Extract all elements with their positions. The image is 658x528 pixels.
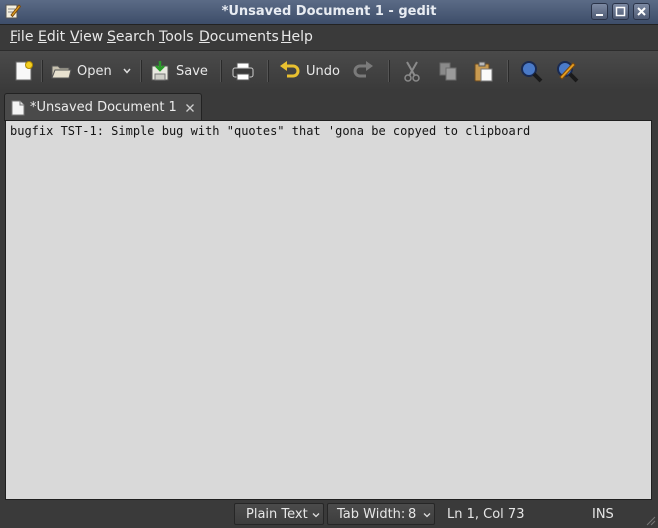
menu-search-label: earch (115, 29, 156, 45)
chevron-down-icon (123, 68, 131, 74)
menu-file-label: ile (17, 29, 34, 45)
chevron-down-icon (312, 513, 320, 518)
paste-button[interactable] (472, 59, 494, 83)
menu-documents[interactable]: Documents (199, 29, 279, 45)
redo-button[interactable] (352, 59, 374, 83)
save-icon (151, 61, 169, 81)
close-icon (637, 7, 646, 16)
menu-documents-label: ocuments (209, 29, 279, 45)
open-recent-dropdown[interactable] (122, 59, 132, 83)
close-tab-button[interactable] (185, 99, 195, 117)
window-title: *Unsaved Document 1 - gedit (221, 4, 437, 19)
menu-tools[interactable]: Tools (159, 29, 194, 45)
find-replace-icon (557, 61, 579, 83)
cursor-position: Ln 1, Col 73 (447, 507, 525, 522)
copy-icon (439, 62, 457, 81)
undo-icon (280, 61, 300, 78)
toolbar: Open Save Undo (0, 50, 658, 92)
menu-edit-label: dit (46, 29, 66, 45)
text-editor[interactable]: bugfix TST-1: Simple bug with "quotes" t… (5, 120, 652, 500)
chevron-down-icon (423, 513, 431, 518)
find-button[interactable] (519, 59, 543, 83)
menu-edit[interactable]: Edit (38, 29, 65, 45)
menu-documents-mnemonic: D (199, 29, 210, 45)
open-button[interactable]: Open (50, 59, 112, 83)
printer-icon (232, 62, 254, 81)
document-icon (11, 100, 25, 116)
copy-button[interactable] (437, 59, 459, 83)
open-label: Open (77, 63, 112, 79)
new-document-button[interactable] (13, 59, 35, 83)
menu-search-mnemonic: S (107, 29, 116, 45)
minimize-icon (596, 14, 603, 16)
menu-tools-label: ools (165, 29, 194, 45)
menu-edit-mnemonic: E (38, 29, 47, 45)
menu-bar: File Edit View Search Tools Documents He… (0, 25, 658, 49)
title-bar[interactable]: *Unsaved Document 1 - gedit (0, 0, 658, 25)
document-tab-bar: *Unsaved Document 1 (0, 91, 658, 121)
print-button[interactable] (231, 59, 255, 83)
menu-search[interactable]: Search (107, 29, 155, 45)
new-document-icon (15, 61, 33, 81)
menu-view-label: iew (79, 29, 104, 45)
tab-width-selector[interactable]: Tab Width: 8 (327, 503, 435, 525)
maximize-button[interactable] (612, 3, 629, 20)
language-label: Plain Text (246, 507, 308, 522)
maximize-icon (615, 6, 626, 17)
menu-help[interactable]: Help (281, 29, 313, 45)
tab-width-label: Tab Width: (337, 507, 406, 522)
menu-file-mnemonic: F (10, 29, 18, 45)
redo-icon (353, 61, 373, 78)
resize-grip-icon[interactable] (644, 514, 656, 526)
cut-button[interactable] (401, 59, 423, 83)
clipboard-icon (474, 61, 493, 82)
open-folder-icon (51, 65, 72, 79)
insert-mode-indicator: INS (592, 507, 614, 522)
tab-width-value: 8 (408, 507, 417, 522)
menu-view[interactable]: View (70, 29, 103, 45)
menu-help-label: elp (291, 29, 313, 45)
editor-content[interactable]: bugfix TST-1: Simple bug with "quotes" t… (10, 124, 530, 138)
status-bar: Plain Text Tab Width: 8 Ln 1, Col 73 INS (0, 501, 658, 528)
save-button[interactable]: Save (149, 59, 208, 83)
minimize-button[interactable] (591, 3, 608, 20)
menu-view-mnemonic: V (70, 29, 80, 45)
save-label: Save (176, 63, 208, 79)
find-replace-button[interactable] (555, 59, 579, 83)
scissors-icon (404, 61, 420, 82)
tab-unsaved-document-1[interactable]: *Unsaved Document 1 (4, 93, 202, 121)
magnifier-icon (521, 61, 543, 83)
close-tab-icon (186, 104, 194, 112)
gedit-window: *Unsaved Document 1 - gedit File Edit Vi… (0, 0, 658, 528)
tab-label: *Unsaved Document 1 (30, 100, 177, 115)
close-window-button[interactable] (633, 3, 650, 20)
menu-help-mnemonic: H (281, 29, 292, 45)
undo-label: Undo (306, 63, 340, 79)
undo-button[interactable]: Undo (279, 59, 340, 83)
language-selector[interactable]: Plain Text (234, 503, 324, 525)
menu-file[interactable]: File (10, 29, 33, 45)
